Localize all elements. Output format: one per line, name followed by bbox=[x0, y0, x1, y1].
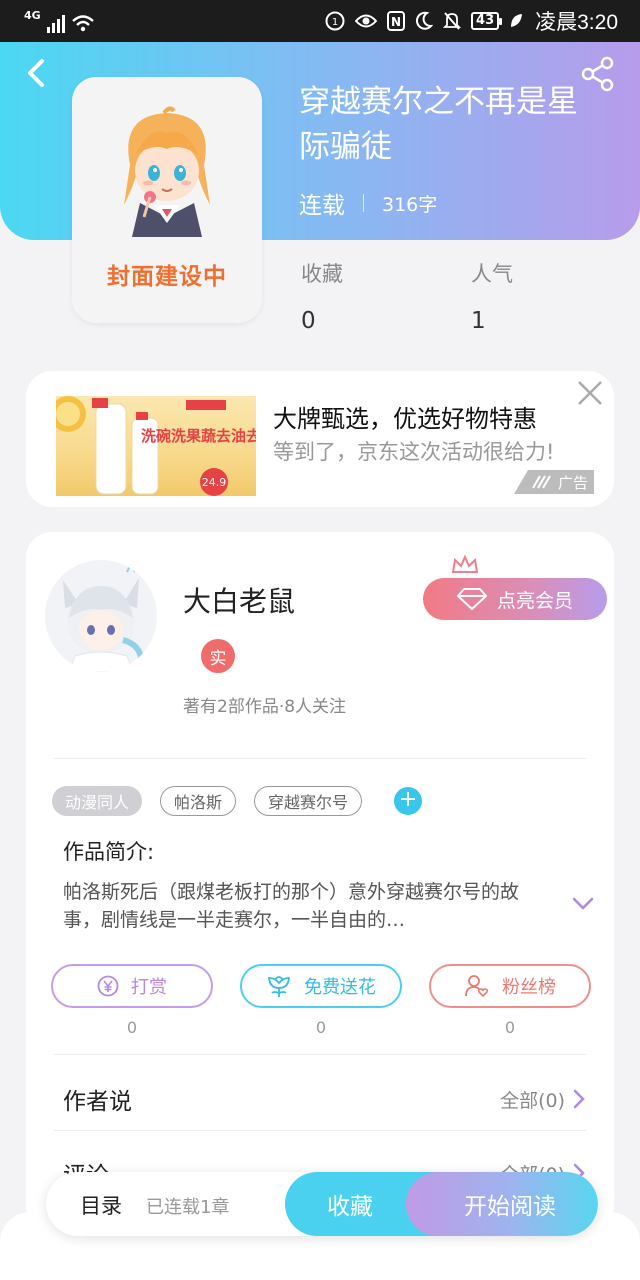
stat-popularity: 人气 1 bbox=[471, 258, 513, 334]
network-type: 4G bbox=[24, 9, 41, 22]
divider bbox=[54, 758, 586, 759]
ad-badge-label: 广告 bbox=[557, 473, 588, 492]
reward-label: 打赏 bbox=[131, 977, 167, 998]
bottom-action-bar: 目录 已连载1章 收藏 开始阅读 bbox=[46, 1172, 598, 1236]
book-cover[interactable]: 封面建设中 bbox=[72, 77, 262, 323]
intro-label: 作品简介: bbox=[63, 840, 155, 864]
vip-button-label: 点亮会员 bbox=[496, 589, 573, 612]
ad-image: 洗碗洗果蔬去油去农残 24.9 bbox=[56, 396, 256, 496]
share-icon bbox=[581, 56, 614, 92]
book-meta: 连载 316字 bbox=[299, 186, 437, 220]
divider bbox=[54, 1130, 586, 1131]
stat-collections: 收藏 0 bbox=[301, 258, 343, 334]
cover-placeholder-text: 封面建设中 bbox=[107, 264, 227, 290]
fans-action: 粉丝榜 0 bbox=[429, 964, 591, 1037]
chapter-count: 已连载1章 bbox=[146, 1197, 230, 1218]
reward-button[interactable]: 打赏 bbox=[51, 964, 213, 1008]
ad-title: 大牌甄选，优选好物特惠 bbox=[273, 405, 537, 433]
mute-bell-icon bbox=[443, 11, 462, 31]
reward-action: 打赏 0 bbox=[51, 964, 213, 1037]
flower-count: 0 bbox=[315, 1018, 327, 1037]
status-bar: 4G 1 N 43 凌晨3:20 bbox=[0, 0, 640, 42]
stat-label: 人气 bbox=[471, 262, 513, 286]
divider bbox=[54, 1054, 586, 1055]
chevron-right-icon bbox=[573, 1089, 585, 1109]
author-says-count: 全部(0) bbox=[500, 1089, 565, 1112]
clock-time: 凌晨3:20 bbox=[535, 11, 618, 34]
meta-divider bbox=[363, 194, 364, 212]
verified-badge: 实 bbox=[201, 639, 235, 673]
tag-list: 动漫同人 帕洛斯 穿越赛尔号 + bbox=[52, 786, 423, 816]
book-detail-card: 大白老鼠 实 著有2部作品·8人关注 点亮会员 动漫同人 帕洛斯 穿越赛尔号 +… bbox=[26, 532, 614, 1232]
share-button[interactable] bbox=[580, 56, 616, 92]
ad-image-text: 洗碗洗果蔬去油去农残 bbox=[141, 427, 256, 445]
ad-description: 等到了，京东这次活动很给力! bbox=[273, 440, 555, 464]
author-avatar-image bbox=[63, 561, 145, 672]
vip-button[interactable]: 点亮会员 bbox=[423, 578, 607, 620]
cover-placeholder-illustration bbox=[124, 106, 210, 237]
wifi-icon bbox=[71, 13, 95, 33]
fans-rank-label: 粉丝榜 bbox=[502, 977, 556, 998]
send-flower-button[interactable]: 免费送花 bbox=[240, 964, 402, 1008]
close-icon bbox=[578, 381, 602, 405]
reward-count: 0 bbox=[126, 1018, 138, 1037]
stat-label: 收藏 bbox=[301, 262, 343, 286]
collect-label: 收藏 bbox=[327, 1194, 373, 1220]
ad-price: 24.9 bbox=[202, 476, 227, 489]
avatar[interactable] bbox=[45, 560, 157, 672]
book-title: 穿越赛尔之不再是星际骗徒 bbox=[299, 84, 578, 165]
fans-count: 0 bbox=[504, 1018, 516, 1037]
author-says-title: 作者说 bbox=[63, 1089, 132, 1115]
ad-logo-icon bbox=[532, 475, 551, 489]
svg-text:N: N bbox=[391, 15, 401, 29]
send-flower-label: 免费送花 bbox=[304, 977, 376, 998]
chevron-down-icon bbox=[572, 897, 594, 910]
yuan-coin-icon bbox=[97, 975, 119, 997]
tag-item[interactable]: 动漫同人 bbox=[52, 786, 143, 816]
author-stats: 著有2部作品·8人关注 bbox=[183, 697, 347, 717]
stat-value: 0 bbox=[301, 308, 316, 334]
signal-icon bbox=[46, 13, 65, 33]
flower-action: 免费送花 0 bbox=[240, 964, 402, 1037]
stat-value: 1 bbox=[471, 308, 486, 334]
expand-intro-button[interactable] bbox=[571, 896, 595, 912]
svg-text:1: 1 bbox=[332, 17, 338, 28]
fans-rank-button[interactable]: 粉丝榜 bbox=[429, 964, 591, 1008]
user-heart-icon bbox=[465, 975, 489, 998]
word-count: 316字 bbox=[382, 193, 438, 216]
chevron-left-icon bbox=[28, 59, 44, 87]
start-reading-button[interactable]: 开始阅读 bbox=[406, 1172, 598, 1236]
flower-icon bbox=[268, 976, 290, 997]
author-says-row[interactable]: 作者说 全部(0) bbox=[63, 1082, 585, 1116]
tag-item[interactable]: 帕洛斯 bbox=[160, 786, 237, 816]
ad-banner[interactable]: 洗碗洗果蔬去油去农残 24.9 大牌甄选，优选好物特惠 等到了，京东这次活动很给… bbox=[26, 371, 614, 507]
eye-icon bbox=[355, 13, 378, 29]
serial-status: 连载 bbox=[299, 193, 345, 219]
nfc-icon: N bbox=[387, 11, 406, 31]
intro-text[interactable]: 帕洛斯死后（跟煤老板打的那个）意外穿越赛尔号的故事，剧情线是一半走赛尔，一半自由… bbox=[63, 878, 555, 934]
diamond-icon bbox=[456, 588, 487, 610]
crown-icon bbox=[451, 554, 479, 573]
author-says-more[interactable]: 全部(0) bbox=[500, 1086, 585, 1113]
action-buttons: 打赏 0 免费送花 0 粉丝榜 0 bbox=[51, 964, 591, 1037]
add-tag-button[interactable]: + bbox=[394, 787, 423, 815]
nfc-timer-icon: 1 bbox=[325, 11, 345, 31]
moon-icon bbox=[415, 11, 434, 31]
tag-item[interactable]: 穿越赛尔号 bbox=[254, 786, 363, 816]
toc-button[interactable]: 目录 bbox=[80, 1190, 122, 1220]
ad-badge: 广告 bbox=[514, 470, 594, 494]
back-button[interactable] bbox=[22, 56, 52, 90]
author-name[interactable]: 大白老鼠 bbox=[183, 580, 295, 620]
leaf-icon bbox=[509, 13, 523, 29]
battery-icon: 43 bbox=[471, 12, 503, 30]
ad-close-button[interactable] bbox=[576, 379, 604, 407]
start-reading-label: 开始阅读 bbox=[464, 1194, 556, 1220]
